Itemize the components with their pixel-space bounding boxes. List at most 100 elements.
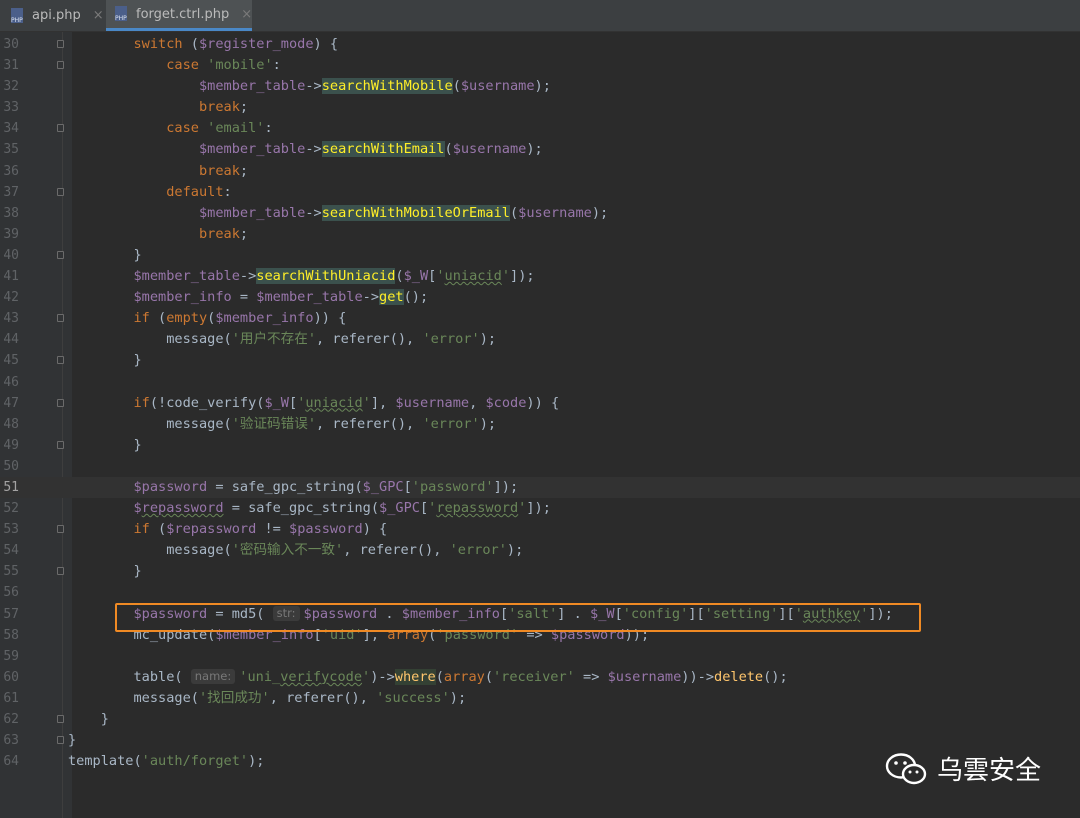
- code-text: template('auth/forget');: [68, 753, 265, 770]
- line-number: 47: [3, 395, 19, 411]
- line-number: 36: [3, 163, 19, 179]
- line-number: 60: [3, 669, 19, 685]
- tab-label: api.php: [32, 8, 81, 23]
- line-number: 57: [3, 606, 19, 622]
- code-line[interactable]: 47 if(!code_verify($_W['uniacid'], $user…: [0, 393, 1080, 414]
- code-line[interactable]: 40 }: [0, 245, 1080, 266]
- close-icon[interactable]: ×: [241, 7, 252, 22]
- fold-marker-icon[interactable]: [57, 356, 64, 365]
- line-number: 52: [3, 501, 19, 517]
- code-text: if (empty($member_info)) {: [133, 310, 347, 327]
- line-number: 61: [3, 690, 19, 706]
- fold-marker-icon[interactable]: [57, 567, 64, 576]
- fold-marker-icon[interactable]: [57, 736, 64, 745]
- code-line[interactable]: 41 $member_table->searchWithUniacid($_W[…: [0, 266, 1080, 287]
- code-text: table( name:'uni_verifycode')->where(arr…: [68, 668, 788, 685]
- fold-marker-icon[interactable]: [57, 250, 64, 259]
- code-line[interactable]: 53 if ($repassword != $password) {: [0, 519, 1080, 540]
- code-text: }: [68, 711, 109, 727]
- highlight-box: [115, 603, 921, 632]
- line-number: 63: [3, 733, 19, 749]
- line-number: 53: [3, 522, 19, 538]
- line-number: 50: [3, 458, 19, 474]
- close-icon[interactable]: ×: [93, 8, 104, 23]
- code-text: break;: [198, 162, 249, 179]
- tab-api-php[interactable]: PHP api.php ×: [4, 0, 104, 31]
- code-text: }: [68, 563, 142, 580]
- line-number: 55: [3, 564, 19, 580]
- editor-tab-bar: PHP api.php × PHP forget.ctrl.php ×: [0, 0, 1080, 32]
- code-text: $member_table->searchWithMobileOrEmail($…: [198, 204, 609, 221]
- svg-text:PHP: PHP: [11, 17, 23, 24]
- line-number: 49: [3, 437, 19, 453]
- line-number: 45: [3, 353, 19, 369]
- fold-marker-icon[interactable]: [57, 440, 64, 449]
- fold-marker-icon[interactable]: [57, 398, 64, 407]
- svg-text:PHP: PHP: [115, 15, 127, 22]
- fold-marker-icon[interactable]: [57, 314, 64, 323]
- code-line[interactable]: 42 $member_info = $member_table->get();: [0, 287, 1080, 308]
- code-text: }: [68, 732, 77, 749]
- line-number: 44: [3, 332, 19, 348]
- code-line[interactable]: 34 case 'email':: [0, 118, 1080, 139]
- code-line[interactable]: 60 table( name:'uni_verifycode')->where(…: [0, 667, 1080, 688]
- code-line[interactable]: 55 }: [0, 561, 1080, 582]
- code-text: $member_table->searchWithEmail($username…: [198, 141, 543, 158]
- line-number: 30: [3, 37, 19, 52]
- code-line[interactable]: 61 message('找回成功', referer(), 'success')…: [0, 688, 1080, 709]
- code-line[interactable]: 43 if (empty($member_info)) {: [0, 308, 1080, 329]
- fold-marker-icon[interactable]: [57, 40, 64, 48]
- line-number: 48: [3, 416, 19, 432]
- code-line[interactable]: 49 }: [0, 435, 1080, 456]
- line-number: 34: [3, 121, 19, 137]
- code-line[interactable]: 38 $member_table->searchWithMobileOrEmai…: [0, 203, 1080, 224]
- code-text: message('密码输入不一致', referer(), 'error');: [68, 542, 524, 559]
- fold-marker-icon[interactable]: [57, 124, 64, 133]
- line-number: 37: [3, 184, 19, 200]
- line-number: 51: [3, 479, 19, 495]
- code-line[interactable]: 51 $password = safe_gpc_string($_GPC['pa…: [0, 476, 1080, 499]
- code-line[interactable]: 31 case 'mobile':: [0, 55, 1080, 76]
- fold-marker-icon[interactable]: [57, 715, 64, 723]
- watermark: 乌雲安全: [885, 750, 1041, 787]
- code-editor[interactable]: 30 switch ($register_mode) {31 case 'mob…: [0, 34, 1080, 772]
- line-number: 35: [3, 142, 19, 158]
- code-line[interactable]: 46: [0, 372, 1080, 393]
- fold-marker-icon[interactable]: [57, 525, 64, 534]
- code-line[interactable]: 59: [0, 646, 1080, 667]
- code-line[interactable]: 33 break;: [0, 97, 1080, 118]
- line-number: 40: [3, 247, 19, 263]
- code-text: case 'email':: [166, 120, 273, 137]
- code-text: switch ($register_mode) {: [133, 36, 339, 52]
- fold-marker-icon[interactable]: [57, 187, 64, 196]
- line-number: 42: [3, 290, 19, 306]
- code-line[interactable]: 37 default:: [0, 182, 1080, 203]
- line-number: 46: [3, 374, 19, 390]
- code-text: }: [68, 246, 142, 263]
- wechat-icon: [885, 752, 927, 784]
- code-line[interactable]: 50: [0, 456, 1080, 477]
- code-line[interactable]: 30 switch ($register_mode) {: [0, 34, 1080, 55]
- code-text: break;: [198, 225, 249, 242]
- code-line[interactable]: 56: [0, 582, 1080, 603]
- code-line[interactable]: 48 message('验证码错误', referer(), 'error');: [0, 414, 1080, 435]
- tab-forget-ctrl-php[interactable]: PHP forget.ctrl.php ×: [106, 0, 252, 31]
- code-line[interactable]: 52 $repassword = safe_gpc_string($_GPC['…: [0, 498, 1080, 519]
- code-line[interactable]: 63}: [0, 730, 1080, 751]
- code-text: $member_table->searchWithMobile($usernam…: [198, 78, 551, 95]
- code-line[interactable]: 32 $member_table->searchWithMobile($user…: [0, 76, 1080, 97]
- code-line[interactable]: 54 message('密码输入不一致', referer(), 'error'…: [0, 540, 1080, 561]
- code-text: $repassword = safe_gpc_string($_GPC['rep…: [133, 500, 551, 517]
- code-line[interactable]: 36 break;: [0, 161, 1080, 182]
- code-line[interactable]: 44 message('用户不存在', referer(), 'error');: [0, 329, 1080, 350]
- line-number: 32: [3, 79, 19, 95]
- code-text: }: [68, 436, 142, 453]
- code-line[interactable]: 35 $member_table->searchWithEmail($usern…: [0, 139, 1080, 160]
- code-line[interactable]: 62 }: [0, 709, 1080, 730]
- code-text: message('验证码错误', referer(), 'error');: [68, 415, 497, 432]
- code-line[interactable]: 45 }: [0, 350, 1080, 371]
- code-text: $password = safe_gpc_string($_GPC['passw…: [133, 478, 519, 495]
- code-line[interactable]: 39 break;: [0, 224, 1080, 245]
- fold-marker-icon[interactable]: [57, 61, 64, 70]
- line-number: 64: [3, 754, 19, 770]
